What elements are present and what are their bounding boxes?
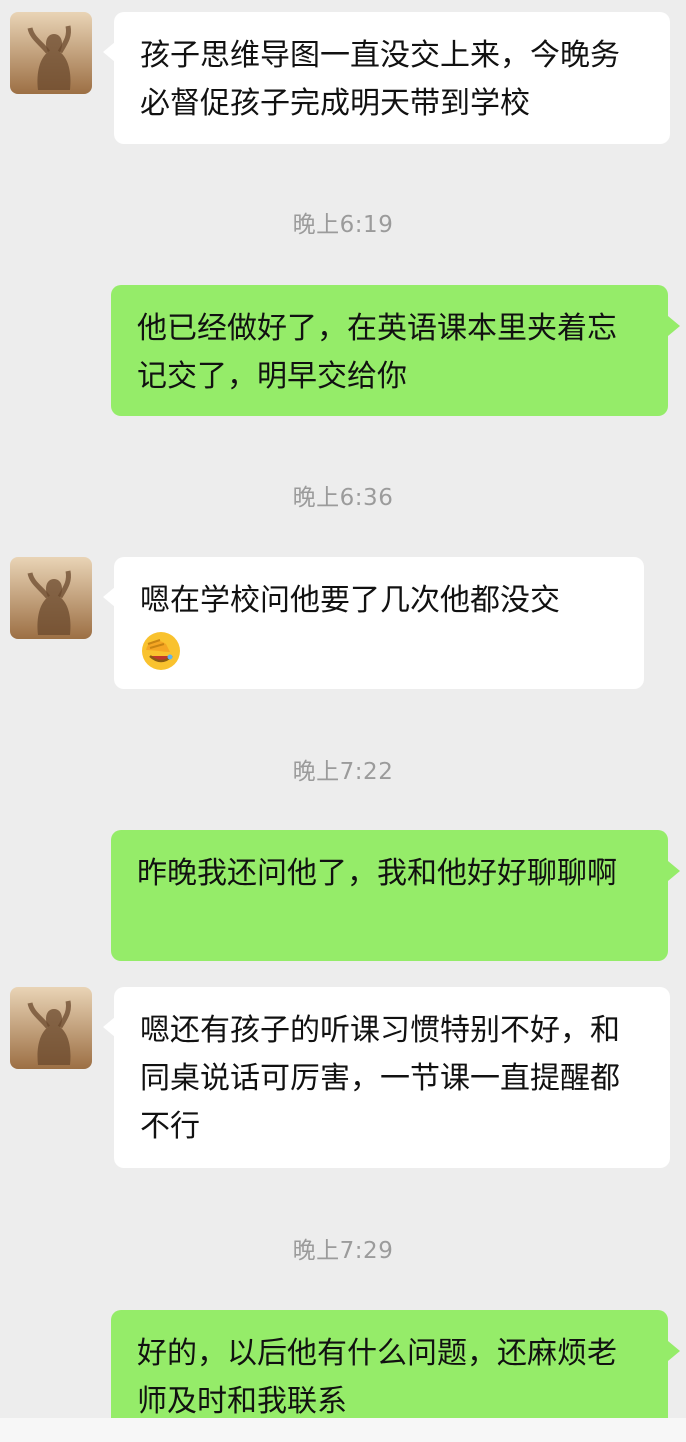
timestamp: 晚上6:36 xyxy=(292,485,394,511)
message-text: 好的，以后他有什么问题，还麻烦老师及时和我联系 xyxy=(137,1336,617,1419)
timestamp: 晚上6:19 xyxy=(292,212,394,238)
message-bubble-incoming[interactable]: 孩子思维导图一直没交上来，今晚务必督促孩子完成明天带到学校 xyxy=(114,12,670,144)
contact-avatar[interactable] xyxy=(10,557,92,639)
bubble-tail xyxy=(668,1341,680,1361)
message-text: 孩子思维导图一直没交上来，今晚务必督促孩子完成明天带到学校 xyxy=(140,38,620,121)
message-bubble-incoming[interactable]: 嗯在学校问他要了几次他都没交 xyxy=(114,557,644,689)
avatar-photo-icon xyxy=(10,987,92,1069)
contact-avatar[interactable] xyxy=(10,987,92,1069)
message-bubble-outgoing[interactable]: 昨晚我还问他了，我和他好好聊聊啊 xyxy=(111,830,668,961)
timestamp: 晚上7:22 xyxy=(292,759,394,785)
chat-window: 孩子思维导图一直没交上来，今晚务必督促孩子完成明天带到学校 晚上6:19 他已经… xyxy=(0,0,686,1442)
message-text: 嗯在学校问他要了几次他都没交 xyxy=(140,583,560,618)
facepalm-emoji-icon xyxy=(140,630,182,672)
timestamp: 晚上7:29 xyxy=(292,1238,394,1264)
message-bubble-incoming[interactable]: 嗯还有孩子的听课习惯特别不好，和同桌说话可厉害，一节课一直提醒都不行 xyxy=(114,987,670,1168)
message-text: 嗯还有孩子的听课习惯特别不好，和同桌说话可厉害，一节课一直提醒都不行 xyxy=(140,1013,620,1144)
avatar-photo-icon xyxy=(10,557,92,639)
bubble-tail xyxy=(668,316,680,336)
message-bubble-outgoing[interactable]: 他已经做好了，在英语课本里夹着忘记交了，明早交给你 xyxy=(111,285,668,416)
bubble-tail xyxy=(668,861,680,881)
input-bar-edge xyxy=(0,1418,686,1442)
avatar-photo-icon xyxy=(10,12,92,94)
message-text: 昨晚我还问他了，我和他好好聊聊啊 xyxy=(137,856,617,891)
message-text: 他已经做好了，在英语课本里夹着忘记交了，明早交给你 xyxy=(137,311,617,394)
contact-avatar[interactable] xyxy=(10,12,92,94)
